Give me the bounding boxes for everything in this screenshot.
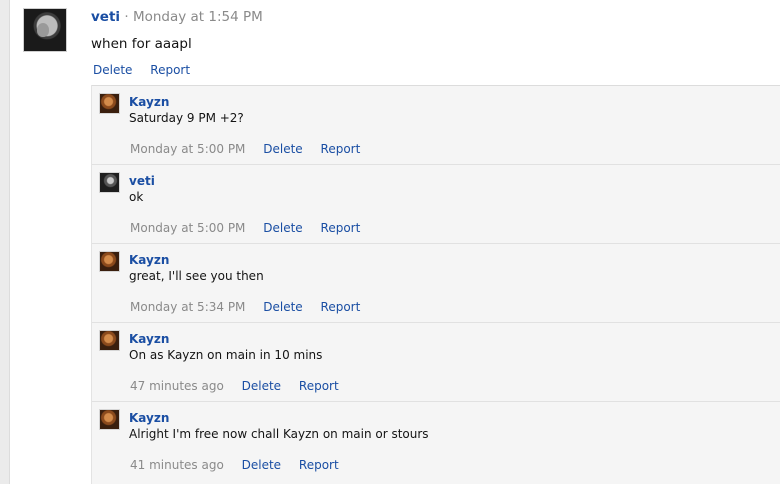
comment-text: ok (129, 190, 144, 204)
comment-meta: 47 minutes ago Delete Report (130, 379, 353, 393)
comment-author-link[interactable]: Kayzn (129, 95, 169, 109)
left-gutter (0, 0, 10, 484)
comment-list: Kayzn Saturday 9 PM +2? Monday at 5:00 P… (91, 85, 780, 484)
post-author-link[interactable]: veti (91, 9, 120, 25)
comment-meta: 41 minutes ago Delete Report (130, 458, 353, 472)
report-comment-link[interactable]: Report (299, 458, 339, 472)
delete-comment-link[interactable]: Delete (242, 379, 281, 393)
post-header: veti · Monday at 1:54 PM (91, 9, 263, 25)
delete-comment-link[interactable]: Delete (263, 300, 302, 314)
delete-post-link[interactable]: Delete (93, 63, 132, 77)
comment-item: Kayzn Alright I'm free now chall Kayzn o… (92, 401, 780, 480)
comment-timestamp: 47 minutes ago (130, 379, 224, 393)
comment-item: Kayzn On as Kayzn on main in 10 mins 47 … (92, 322, 780, 401)
post-timestamp: Monday at 1:54 PM (132, 9, 263, 25)
report-comment-link[interactable]: Report (299, 379, 339, 393)
report-comment-link[interactable]: Report (321, 300, 361, 314)
comment-text: On as Kayzn on main in 10 mins (129, 348, 323, 362)
report-comment-link[interactable]: Report (321, 221, 361, 235)
comment-item: veti ok Monday at 5:00 PM Delete Report (92, 164, 780, 243)
comment-item: Kayzn Saturday 9 PM +2? Monday at 5:00 P… (92, 85, 780, 164)
comment-author-link[interactable]: veti (129, 174, 155, 188)
comment-timestamp: Monday at 5:00 PM (130, 142, 246, 156)
kayzn-avatar[interactable] (99, 409, 120, 430)
kayzn-avatar[interactable] (99, 251, 120, 272)
report-comment-link[interactable]: Report (321, 142, 361, 156)
comment-text: Saturday 9 PM +2? (129, 111, 244, 125)
delete-comment-link[interactable]: Delete (263, 221, 302, 235)
report-post-link[interactable]: Report (150, 63, 190, 77)
comment-author-link[interactable]: Kayzn (129, 332, 169, 346)
post-actions: Delete Report (93, 63, 204, 77)
comment-timestamp: Monday at 5:00 PM (130, 221, 246, 235)
profile-post: veti · Monday at 1:54 PM when for aaapl … (10, 0, 780, 484)
veti-avatar[interactable] (99, 172, 120, 193)
comment-timestamp: 41 minutes ago (130, 458, 224, 472)
comment-text: Alright I'm free now chall Kayzn on main… (129, 427, 429, 441)
kayzn-avatar[interactable] (99, 330, 120, 351)
delete-comment-link[interactable]: Delete (242, 458, 281, 472)
comment-meta: Monday at 5:00 PM Delete Report (130, 221, 374, 235)
kayzn-avatar[interactable] (99, 93, 120, 114)
comment-timestamp: Monday at 5:34 PM (130, 300, 246, 314)
separator: · (124, 9, 129, 25)
comment-author-link[interactable]: Kayzn (129, 253, 169, 267)
avatar[interactable] (23, 8, 67, 52)
comment-meta: Monday at 5:00 PM Delete Report (130, 142, 374, 156)
comment-author-link[interactable]: Kayzn (129, 411, 169, 425)
comment-meta: Monday at 5:34 PM Delete Report (130, 300, 374, 314)
delete-comment-link[interactable]: Delete (263, 142, 302, 156)
post-message: when for aaapl (91, 36, 192, 52)
comment-item: Kayzn great, I'll see you then Monday at… (92, 243, 780, 322)
comment-text: great, I'll see you then (129, 269, 264, 283)
